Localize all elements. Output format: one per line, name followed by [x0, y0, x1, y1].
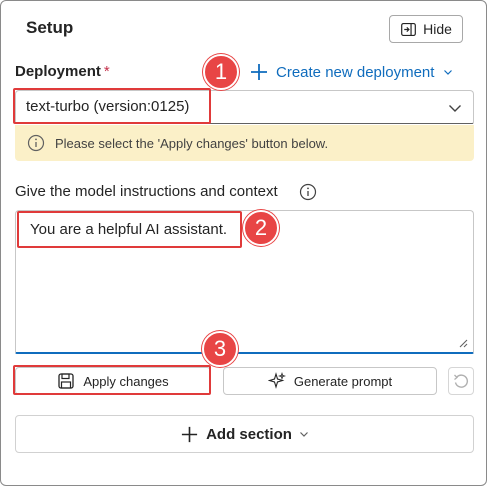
deployment-selected-value: text-turbo (version:0125) — [26, 98, 190, 115]
reset-button[interactable] — [448, 367, 474, 395]
deployment-label: Deployment * — [15, 63, 110, 80]
generate-prompt-label: Generate prompt — [293, 373, 393, 389]
info-icon — [27, 134, 45, 152]
generate-prompt-button[interactable]: Generate prompt — [223, 367, 437, 395]
deployment-select[interactable]: text-turbo (version:0125) — [15, 90, 474, 124]
annotation-badge-1: 1 — [203, 54, 239, 90]
sparkle-icon — [267, 372, 286, 389]
resize-grip-icon[interactable] — [458, 338, 468, 348]
warning-message: Please select the 'Apply changes' button… — [55, 136, 329, 151]
setup-panel: Setup Hide Deployment * Create new deploy… — [0, 0, 487, 486]
info-icon[interactable] — [299, 183, 317, 201]
deployment-label-text: Deployment — [15, 63, 101, 80]
undo-icon — [454, 374, 469, 388]
panel-title: Setup — [26, 18, 74, 37]
chevron-down-icon — [299, 432, 308, 437]
annotation-badge-2: 2 — [243, 210, 279, 246]
add-section-button[interactable]: Add section — [15, 415, 474, 453]
apply-changes-button[interactable]: Apply changes — [15, 367, 211, 395]
apply-changes-warning: Please select the 'Apply changes' button… — [15, 125, 474, 161]
hide-button[interactable]: Hide — [389, 15, 463, 43]
save-icon — [58, 373, 75, 389]
chevron-down-icon — [449, 105, 461, 112]
required-marker: * — [103, 63, 110, 80]
create-deployment-label: Create new deployment — [276, 63, 435, 81]
annotation-badge-3: 3 — [202, 331, 238, 367]
add-section-label: Add section — [206, 425, 292, 443]
chevron-down-icon — [444, 70, 453, 75]
create-deployment-link[interactable]: Create new deployment — [249, 61, 453, 83]
instructions-label: Give the model instructions and context — [15, 183, 278, 200]
hide-label: Hide — [423, 21, 452, 37]
system-message-text: You are a helpful AI assistant. — [30, 221, 228, 238]
panel-collapse-icon — [401, 22, 416, 36]
plus-icon — [251, 64, 267, 80]
apply-changes-label: Apply changes — [83, 373, 169, 389]
plus-icon — [181, 426, 198, 442]
